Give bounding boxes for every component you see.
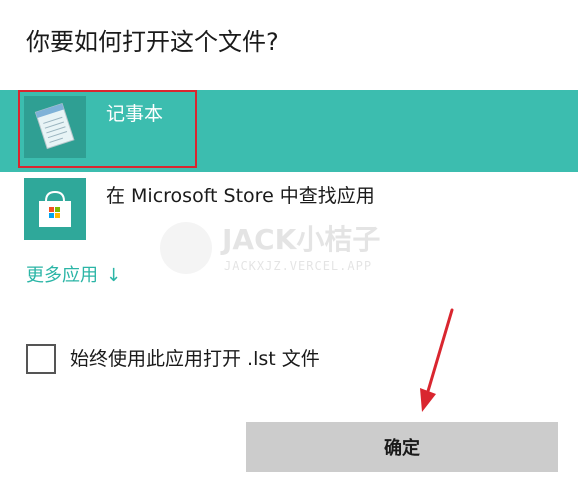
ok-button[interactable]: 确定 xyxy=(246,422,558,472)
always-use-checkbox[interactable] xyxy=(26,344,56,374)
store-icon xyxy=(24,178,86,240)
notepad-icon xyxy=(24,96,86,158)
app-label-microsoft-store: 在 Microsoft Store 中查找应用 xyxy=(106,185,375,207)
always-use-label: 始终使用此应用打开 .lst 文件 xyxy=(70,348,320,370)
annotation-arrow-icon xyxy=(420,308,454,412)
app-item-microsoft-store[interactable]: 在 Microsoft Store 中查找应用 xyxy=(0,172,578,254)
more-apps-link[interactable]: 更多应用 ↓ xyxy=(26,262,121,290)
app-item-notepad[interactable]: 记事本 xyxy=(0,90,578,172)
watermark-subtitle: JACKXJZ.VERCEL.APP xyxy=(224,259,373,273)
app-label-notepad: 记事本 xyxy=(106,103,164,125)
more-apps-label: 更多应用 xyxy=(26,265,98,286)
arrow-down-icon: ↓ xyxy=(106,265,122,286)
dialog-title: 你要如何打开这个文件? xyxy=(26,28,279,56)
